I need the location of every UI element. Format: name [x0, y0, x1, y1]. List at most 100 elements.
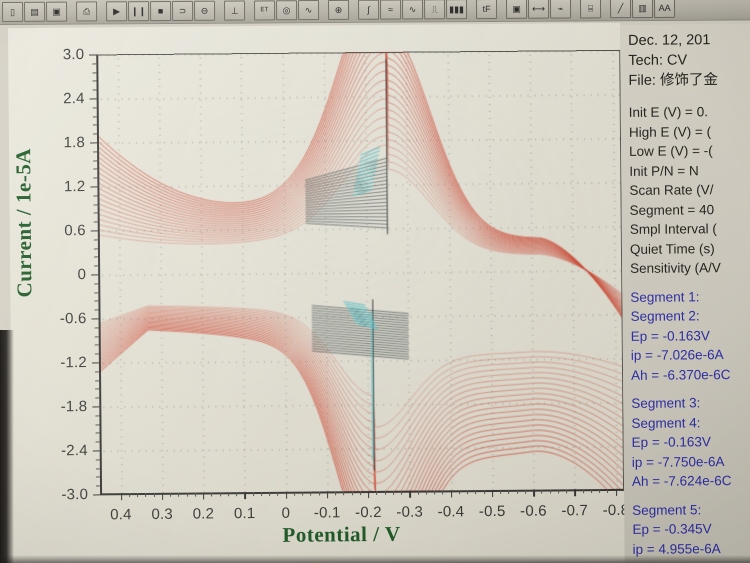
- axes-box: 3.0 2.4 1.8 1.2 0.6 0 -0.6 -1.2 -1.8 -2.4 -3.0 0.4…: [60, 46, 630, 523]
- baseline-icon[interactable]: ⎍: [424, 0, 446, 20]
- x-tick-minor: [376, 490, 378, 496]
- x-tick-minor: [277, 491, 279, 496]
- reverse-icon[interactable]: ⊃: [172, 0, 194, 21]
- y-tick-minor: [94, 283, 99, 285]
- x-tick-minor: [194, 492, 196, 497]
- x-tick: [409, 490, 411, 498]
- y-tick-minor: [92, 80, 97, 82]
- stop-icon[interactable]: ■: [150, 0, 172, 22]
- x-tick-label: 0.1: [233, 505, 256, 523]
- parameters-icon[interactable]: ᴱᵀ: [254, 0, 276, 21]
- y-tick-minor: [93, 212, 98, 214]
- plot-canvas[interactable]: Current / 1e-5A Potential / V 3.0 2.4 1.8 1…: [8, 22, 630, 563]
- x-tick-minor: [417, 490, 419, 495]
- x-tick: [574, 489, 576, 497]
- y-tick-minor: [93, 239, 98, 241]
- toolbar[interactable]: ▯ ▤ ▣ ⎙ ▶ ❙❙ ■ ⊃ ⊖ ⟂ ᴱᵀ ◎ ∿ ⊕ ∫ ≈ ∿ ⎍ ▮▮▮ tF ▣ ⟷ ⌁ ⌸ ╱ ▥ AA: [0, 0, 750, 25]
- y-tick-minor: [94, 327, 99, 329]
- zoom-icon[interactable]: ⊕: [328, 0, 350, 20]
- technique-icon[interactable]: ⟂: [224, 0, 246, 21]
- y-tick-minor: [94, 336, 99, 338]
- parameter-line: Low E (V) = -(: [629, 143, 713, 159]
- y-tick: [92, 450, 100, 452]
- color-plot-icon[interactable]: ▮▮▮: [446, 0, 468, 20]
- x-tick-minor: [401, 490, 403, 495]
- x-tick-label: -0.1: [313, 504, 341, 522]
- open-file-icon[interactable]: ▤: [24, 1, 46, 22]
- x-tick: [533, 489, 535, 497]
- y-tick-minor: [93, 151, 98, 153]
- info-technique: Tech: CV: [628, 52, 688, 69]
- y-tick-minor: [95, 388, 100, 390]
- x-tick-minor: [137, 493, 139, 498]
- x-tick: [285, 491, 288, 499]
- x-tick-minor: [310, 491, 312, 496]
- print-icon[interactable]: ⎙: [76, 1, 98, 22]
- open-circuit-icon[interactable]: ⊖: [194, 0, 216, 21]
- slope-icon[interactable]: ╱: [610, 0, 632, 19]
- x-tick-minor: [549, 489, 551, 494]
- y-tick-minor: [95, 468, 100, 470]
- y-tick-label: -0.6: [59, 310, 87, 328]
- parameter-line: Sensitivity (A/V: [630, 260, 721, 276]
- x-tick-minor: [335, 491, 337, 496]
- y-tick-minor: [92, 89, 97, 91]
- result-line: Ep = -0.345V: [632, 521, 712, 537]
- parameter-line: Init E (V) = 0.: [628, 104, 708, 120]
- smooth-icon[interactable]: ∿: [402, 0, 424, 20]
- derivative-icon[interactable]: ⌁: [550, 0, 572, 19]
- y-tick-minor: [93, 195, 98, 197]
- font-icon[interactable]: tF: [476, 0, 498, 20]
- label-icon[interactable]: ⌸: [580, 0, 602, 19]
- y-tick-label: 0.6: [64, 222, 86, 240]
- y-tick-minor: [94, 265, 99, 267]
- y-tick-minor: [93, 221, 98, 223]
- xaxis-icon[interactable]: ⟷: [528, 0, 550, 19]
- y-tick-minor: [94, 300, 99, 302]
- integrate-icon[interactable]: ∫: [358, 0, 380, 20]
- x-tick-minor: [153, 492, 155, 497]
- y-tick-minor: [96, 485, 101, 487]
- x-tick-minor: [384, 490, 386, 495]
- x-tick-minor: [525, 489, 527, 494]
- x-tick-minor: [475, 490, 477, 495]
- y-tick-minor: [93, 248, 98, 250]
- x-tick-minor: [516, 489, 518, 494]
- pause-icon[interactable]: ❙❙: [128, 1, 150, 22]
- info-file: File: 修饰了金: [628, 72, 718, 89]
- save-icon[interactable]: ▣: [46, 1, 68, 22]
- x-tick-label: 0.4: [110, 506, 132, 524]
- y-tick-minor: [92, 124, 97, 126]
- x-tick-label: 0.3: [151, 505, 173, 523]
- parameter-line: Scan Rate (V/: [629, 182, 714, 198]
- y-tick-minor: [92, 72, 97, 74]
- overlay-icon[interactable]: ≈: [380, 0, 402, 20]
- x-tick-minor: [145, 493, 147, 498]
- y-tick-label: -1.8: [60, 398, 88, 416]
- x-tick: [244, 492, 246, 500]
- x-tick-minor: [607, 488, 609, 493]
- info-date: Dec. 12, 201: [628, 32, 711, 49]
- run-icon[interactable]: ▶: [106, 1, 128, 22]
- x-tick-minor: [186, 492, 188, 497]
- x-tick-minor: [318, 491, 320, 496]
- result-line: Ep = -0.163V: [630, 327, 710, 344]
- x-tick-minor: [269, 491, 271, 496]
- y-tick-minor: [94, 353, 99, 355]
- result-line: Segment 1:: [630, 288, 700, 305]
- new-file-icon[interactable]: ▯: [2, 1, 24, 22]
- y-tick-minor: [93, 204, 98, 206]
- y-tick-minor: [95, 371, 100, 373]
- x-tick-minor: [260, 492, 263, 497]
- x-tick: [161, 492, 164, 500]
- y-tick: [90, 142, 98, 144]
- peak-find-icon[interactable]: ∿: [298, 0, 320, 21]
- y-tick-minor: [95, 476, 100, 478]
- graph-save-icon[interactable]: ▣: [506, 0, 528, 19]
- help-icon[interactable]: AA: [654, 0, 676, 19]
- data-table-icon[interactable]: ▥: [632, 0, 654, 19]
- y-tick-minor: [93, 160, 98, 162]
- y-tick: [90, 186, 98, 188]
- settings-icon[interactable]: ◎: [276, 0, 298, 21]
- photo-edge-shadow-bottom: [0, 555, 750, 563]
